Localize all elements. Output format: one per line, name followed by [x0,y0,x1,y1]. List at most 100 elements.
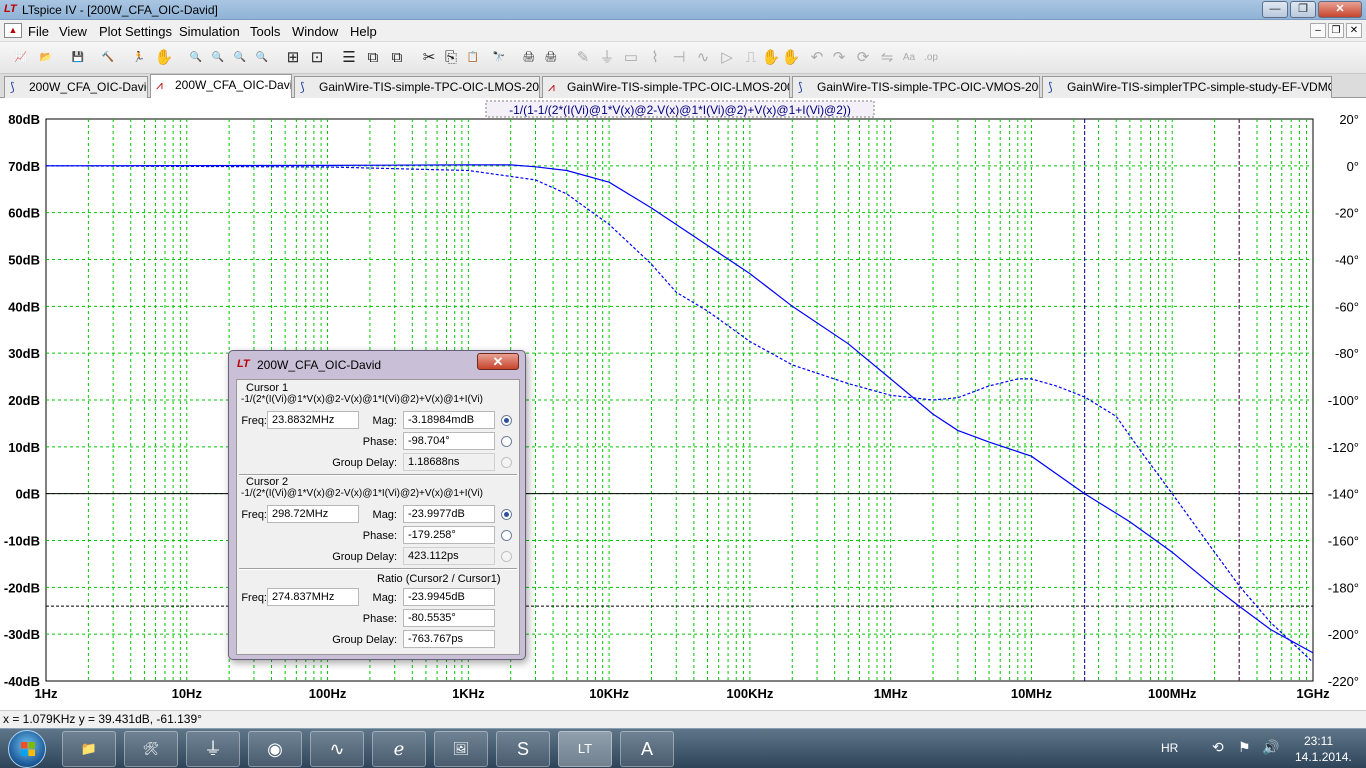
undo-icon[interactable]: ↶ [806,47,828,69]
menu-tools[interactable]: Tools [250,24,280,39]
fit-icon[interactable]: ⊡ [306,47,328,69]
print-icon[interactable]: 🖨 [540,47,562,69]
ltspice-icon[interactable]: LT [558,731,612,767]
cursor2-freq-field[interactable]: 298.72MHz [267,505,359,523]
find-icon[interactable]: 🔭 [488,47,510,69]
redo-icon[interactable]: ↷ [828,47,850,69]
spice-directive-icon[interactable]: .op [920,47,942,69]
drag-icon[interactable]: ✋ [780,47,802,69]
cursor1-mag-radio[interactable] [501,415,512,426]
oscilloscope-icon[interactable]: ∿ [310,731,364,767]
x-tick-label: 1GHz [1296,686,1330,701]
zoom-out-icon[interactable]: 🔍 [229,47,251,69]
inductor-icon[interactable]: ∿ [692,47,714,69]
menu-help[interactable]: Help [350,24,377,39]
save-icon[interactable]: 💾 [67,47,89,69]
antivirus-icon[interactable]: ◉ [248,731,302,767]
ratio-phase-label: Phase: [362,613,397,625]
zoom-cancel-icon[interactable]: 🔍 [251,47,273,69]
tab-document[interactable]: ⟆ GainWire-TIS-simple-TPC-OIC-LMOS-200W-c [294,76,540,98]
tab-document[interactable]: ⟆ GainWire-TIS-simplerTPC-simple-study-EF… [1042,76,1332,98]
halt-icon[interactable]: ✋ [153,47,175,69]
window-titlebar[interactable]: LT LTspice IV - [200W_CFA_OIC-David] — ❐… [0,0,1366,20]
tab-document[interactable]: ⟆ 200W_CFA_OIC-David [4,76,148,98]
tray-icon[interactable]: ⟲ [1212,739,1224,756]
diode-icon[interactable]: ▷ [716,47,738,69]
cursor1-phase-radio[interactable] [501,436,512,447]
mdi-minimize-button[interactable]: – [1310,23,1326,38]
autorange-icon[interactable]: ⊞ [282,47,304,69]
x-tick-label: 1MHz [874,686,908,701]
mdi-close-button[interactable]: ✕ [1346,23,1362,38]
cursor2-phase-radio[interactable] [501,530,512,541]
rotate-icon[interactable]: ⟳ [852,47,874,69]
cascade-icon[interactable]: ⧉ [362,47,384,69]
cut-icon[interactable]: ✂ [418,47,440,69]
switch-icon[interactable]: ⏚ [186,731,240,767]
file-explorer-icon[interactable]: 📁 [62,731,116,767]
wire-icon[interactable]: ✎ [572,47,594,69]
skype-icon[interactable]: S [496,731,550,767]
flag-icon[interactable]: ⚑ [1238,739,1251,756]
cursor2-mag-label: Mag: [372,509,397,521]
tab-document[interactable]: ⩘ GainWire-TIS-simple-TPC-OIC-LMOS-200W-c [542,76,790,98]
control-panel-icon[interactable]: 🔨 [97,47,119,69]
menu-simulation[interactable]: Simulation [179,24,240,39]
dialog-close-button[interactable]: ✕ [477,353,519,370]
control-panel-icon[interactable]: 🛠 [124,731,178,767]
tab-document[interactable]: ⩘ 200W_CFA_OIC-David [150,74,292,98]
capacitor-icon[interactable]: ⊣ [668,47,690,69]
paste-icon[interactable]: 📋 [462,47,484,69]
zoom-in-icon[interactable]: 🔍 [185,47,207,69]
internet-explorer-icon[interactable]: ℯ [372,731,426,767]
menu-plot-settings[interactable]: Plot Settings [99,24,172,39]
schematic-icon: ⟆ [300,80,305,94]
mirror-icon[interactable]: ⇋ [876,47,898,69]
cursor1-group-delay-radio[interactable] [501,457,512,468]
label-icon[interactable]: ▭ [620,47,642,69]
copy-icon[interactable]: ⎘ [440,47,462,69]
y-right-tick-label: -200° [1328,627,1359,642]
start-button[interactable] [8,730,46,768]
cursor1-freq-field[interactable]: 23.8832MHz [267,411,359,429]
component-icon[interactable]: ⎍ [740,47,762,69]
minimize-button[interactable]: — [1262,1,1288,18]
tab-label: GainWire-TIS-simple-TPC-OIC-LMOS-200W-c [567,80,789,94]
ground-icon[interactable]: ⏚ [596,47,618,69]
y-left-tick-label: 30dB [8,346,40,361]
menu-view[interactable]: View [59,24,87,39]
photo-viewer-icon[interactable]: 🖼 [434,731,488,767]
cursor2-mag-radio[interactable] [501,509,512,520]
tile-horizontal-icon[interactable]: ☰ [338,47,360,69]
close-button[interactable]: ✕ [1318,1,1362,18]
x-tick-label: 100Hz [309,686,347,701]
clock-date[interactable]: 14.1.2014. [1295,750,1352,764]
move-icon[interactable]: ✋ [760,47,782,69]
pdf-reader-icon[interactable]: A [620,731,674,767]
y-right-tick-label: -160° [1328,534,1359,549]
close-windows-icon[interactable]: ⧉ [386,47,408,69]
y-right-tick-label: -140° [1328,487,1359,502]
open-file-icon[interactable]: 📂 [35,47,57,69]
volume-icon[interactable]: 🔊 [1262,739,1279,756]
tab-document[interactable]: ⟆ GainWire-TIS-simple-TPC-OIC-VMOS-200W-b [792,76,1040,98]
y-right-tick-label: -100° [1328,393,1359,408]
cursor2-group-delay-radio[interactable] [501,551,512,562]
restore-button[interactable]: ❐ [1290,1,1316,18]
document-tabs: ⟆ 200W_CFA_OIC-David ⩘ 200W_CFA_OIC-David ⟆ G… [0,74,1366,98]
text-icon[interactable]: Aa [898,47,920,69]
language-indicator[interactable]: HR [1161,741,1178,755]
waveform-plot[interactable]: 1Hz 10Hz 100Hz 1KHz 10KHz 100KHz 1MHz 10MHz 100M… [0,98,1366,710]
mdi-restore-button[interactable]: ❐ [1328,23,1344,38]
cursor-dialog[interactable]: LT 200W_CFA_OIC-David ✕ Cursor 1 -1/(2*(… [228,350,526,660]
print-setup-icon[interactable]: 🖨 [518,47,540,69]
zoom-fit-icon[interactable]: 🔍 [207,47,229,69]
run-icon[interactable]: 🏃 [128,47,150,69]
clock-time[interactable]: 23:11 [1304,734,1333,748]
document-icon[interactable]: ▲ [4,23,22,38]
menu-window[interactable]: Window [292,24,338,39]
open-schematic-icon[interactable]: 📈 [10,47,32,69]
resistor-icon[interactable]: ⌇ [644,47,666,69]
plot-svg[interactable]: 1Hz 10Hz 100Hz 1KHz 10KHz 100KHz 1MHz 10MHz 100M… [0,98,1366,710]
menu-file[interactable]: File [28,24,49,39]
